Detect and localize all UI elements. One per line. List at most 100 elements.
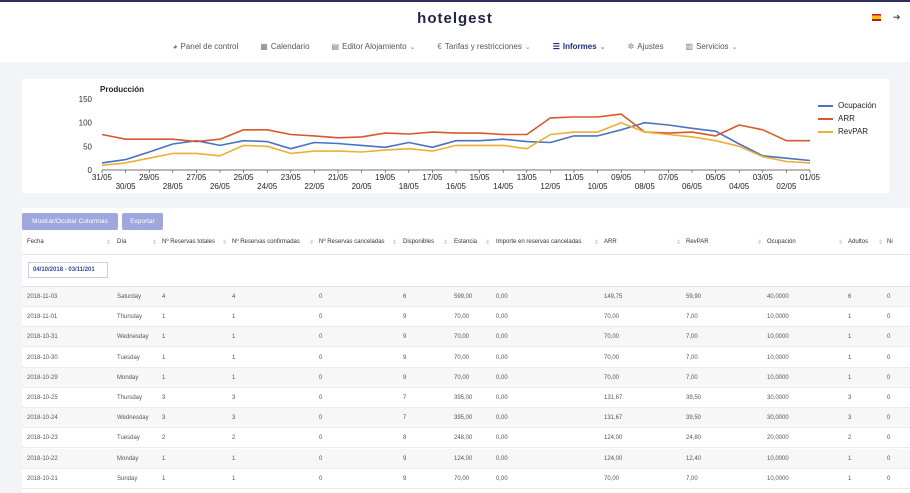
column-header[interactable]: Ni bbox=[887, 239, 893, 245]
column-header[interactable]: Importe en reservas canceladas bbox=[496, 239, 581, 245]
export-button[interactable]: Exportar bbox=[122, 213, 163, 230]
table-cell: 1 bbox=[162, 455, 166, 462]
table-cell: 1 bbox=[848, 314, 852, 321]
sort-icon[interactable]: ⇕ bbox=[152, 239, 157, 246]
table-row[interactable]: 2018-10-21 Sunday 1 1 0 9 70,00 0,00 70,00 7,00 10… bbox=[22, 469, 910, 489]
nav-item-calendario[interactable]: ▦ Calendario bbox=[260, 42, 309, 51]
sort-icon[interactable]: ⇕ bbox=[222, 239, 227, 246]
table-cell: 2018-10-29 bbox=[27, 374, 58, 381]
legend-item[interactable]: Ocupación bbox=[818, 99, 876, 112]
sort-icon[interactable]: ⇕ bbox=[878, 239, 883, 246]
table-cell: 3 bbox=[162, 395, 166, 401]
table-cell: 1 bbox=[848, 354, 852, 361]
table-cell: Thursday bbox=[117, 314, 143, 321]
sort-icon[interactable]: ⇕ bbox=[757, 239, 762, 246]
sort-icon[interactable]: ⇕ bbox=[309, 239, 314, 246]
nav-item-editor-alojamiento[interactable]: ▤ Editor Alojamiento ⌄ bbox=[332, 42, 416, 51]
table-cell: 0 bbox=[887, 354, 891, 361]
column-header[interactable]: Estancia bbox=[454, 239, 477, 245]
table-row[interactable]: 2018-10-29 Monday 1 1 0 9 70,00 0,00 70,00 7,00 10… bbox=[22, 367, 910, 388]
column-header[interactable]: Disponibles bbox=[403, 239, 434, 245]
date-range-filter[interactable]: 04/10/2018 - 03/11/201 bbox=[28, 262, 108, 278]
table-cell: 131,67 bbox=[604, 395, 623, 401]
table-cell: 1 bbox=[162, 475, 166, 482]
table-cell: 395,00 bbox=[454, 415, 473, 422]
sort-icon[interactable]: ⇕ bbox=[392, 239, 397, 246]
column-header[interactable]: ARR bbox=[604, 239, 617, 245]
table-row[interactable]: 2018-10-30 Tuesday 1 1 0 9 70,00 0,00 70,00 7,00 1… bbox=[22, 348, 910, 368]
table-cell: 7 bbox=[403, 395, 407, 401]
table-cell: 0 bbox=[887, 314, 891, 321]
legend-item[interactable]: ARR bbox=[818, 112, 876, 125]
table-cell: 0 bbox=[887, 395, 891, 401]
table-cell: 20,0000 bbox=[767, 435, 789, 442]
table-cell: 0 bbox=[319, 354, 323, 361]
table-row[interactable]: 2018-10-25 Thursday 3 3 0 7 395,00 0,00 131,67 39… bbox=[22, 388, 910, 408]
nav-item-ajustes[interactable]: ✲ Ajustes bbox=[628, 42, 664, 51]
table-row[interactable]: 2018-11-03 Saturday 4 4 0 6 599,00 0,00 149,75 59… bbox=[22, 287, 910, 307]
table-cell: 1 bbox=[232, 374, 236, 381]
column-header[interactable]: Fecha bbox=[27, 239, 44, 245]
column-header[interactable]: Ocupación bbox=[767, 239, 796, 245]
table-cell: 3 bbox=[848, 395, 852, 401]
table-cell: 0 bbox=[319, 374, 323, 381]
column-header[interactable]: Adultos bbox=[848, 239, 868, 245]
legend-label: ARR bbox=[838, 114, 855, 123]
table-cell: 70,00 bbox=[604, 354, 620, 361]
table-cell: 0,00 bbox=[496, 395, 508, 401]
table-cell: Monday bbox=[117, 455, 139, 462]
table-cell: 599,00 bbox=[454, 294, 473, 300]
sort-icon[interactable]: ⇕ bbox=[485, 239, 490, 246]
sort-icon[interactable]: ⇕ bbox=[676, 239, 681, 246]
table-cell: 2018-10-22 bbox=[27, 455, 58, 462]
table-cell: 395,00 bbox=[454, 395, 473, 401]
x-tick-label: 04/05 bbox=[729, 182, 750, 191]
table-cell: 0 bbox=[319, 415, 323, 422]
table-cell: 9 bbox=[403, 475, 407, 482]
table-cell: 30,0000 bbox=[767, 415, 789, 422]
table-cell: 1 bbox=[232, 334, 236, 341]
palette-icon: ◕ bbox=[172, 42, 178, 51]
table-row[interactable]: 2018-10-31 Wednesday 1 1 0 9 70,00 0,00 70,00 7,0… bbox=[22, 327, 910, 348]
column-header[interactable]: Nº Reservas confirmadas bbox=[232, 239, 300, 245]
table-cell: 0 bbox=[887, 374, 891, 381]
column-header[interactable]: Nº Reservas canceladas bbox=[319, 239, 385, 245]
table-cell: 6 bbox=[848, 294, 852, 300]
x-tick-label: 07/05 bbox=[658, 173, 679, 182]
x-tick-label: 13/05 bbox=[517, 173, 538, 182]
brand-logo[interactable]: hotelgest bbox=[0, 10, 910, 27]
table-cell: 40,0000 bbox=[767, 294, 789, 300]
nav-item-servicios[interactable]: ▥ Servicios ⌄ bbox=[686, 42, 738, 51]
column-header[interactable]: Nº Reservas totales bbox=[162, 239, 215, 245]
nav-item-panel-de-control[interactable]: ◕ Panel de control bbox=[173, 42, 239, 51]
table-cell: 2 bbox=[162, 435, 166, 442]
x-tick-label: 30/05 bbox=[116, 182, 137, 191]
table-cell: 4 bbox=[232, 294, 236, 300]
sort-icon[interactable]: ⇕ bbox=[594, 239, 599, 246]
table-cell: 131,67 bbox=[604, 415, 623, 422]
sort-icon[interactable]: ⇕ bbox=[106, 239, 111, 246]
table-cell: 0,00 bbox=[496, 294, 508, 300]
x-tick-label: 24/05 bbox=[257, 182, 278, 191]
table-row[interactable]: 2018-10-22 Monday 1 1 0 9 124,00 0,00 124,00 12,4… bbox=[22, 448, 910, 469]
nav-item-informes[interactable]: ☰ Informes ⌄ bbox=[553, 42, 606, 51]
spain-flag-icon[interactable] bbox=[872, 14, 881, 21]
legend-item[interactable]: RevPAR bbox=[818, 125, 876, 138]
logout-icon[interactable]: ➔ bbox=[893, 12, 901, 23]
column-header[interactable]: Día bbox=[117, 239, 126, 245]
table-cell: 149,75 bbox=[604, 294, 623, 300]
euro-icon: € bbox=[437, 42, 442, 51]
toggle-columns-button[interactable]: Mostrar/Ocultar Columnas bbox=[22, 213, 118, 230]
table-cell: 70,00 bbox=[604, 374, 620, 381]
legend-swatch bbox=[818, 104, 833, 107]
table-row[interactable]: 2018-11-01 Thursday 1 1 0 9 70,00 0,00 70,00 7,00… bbox=[22, 307, 910, 328]
sort-icon[interactable]: ⇕ bbox=[443, 239, 448, 246]
sort-icon[interactable]: ⇕ bbox=[838, 239, 843, 246]
table-row[interactable]: 2018-10-23 Tuesday 2 2 0 8 248,00 0,00 124,00 24,… bbox=[22, 428, 910, 449]
table-row[interactable]: 2018-10-24 Wednesday 3 3 0 7 395,00 0,00 131,67 3… bbox=[22, 408, 910, 429]
table-cell: 7,00 bbox=[686, 314, 698, 321]
table-cell: 7 bbox=[403, 415, 407, 422]
table-cell: 70,00 bbox=[454, 334, 470, 341]
column-header[interactable]: RevPAR bbox=[686, 239, 709, 245]
nav-item-tarifas-y-restricciones[interactable]: € Tarifas y restricciones ⌄ bbox=[437, 42, 530, 51]
